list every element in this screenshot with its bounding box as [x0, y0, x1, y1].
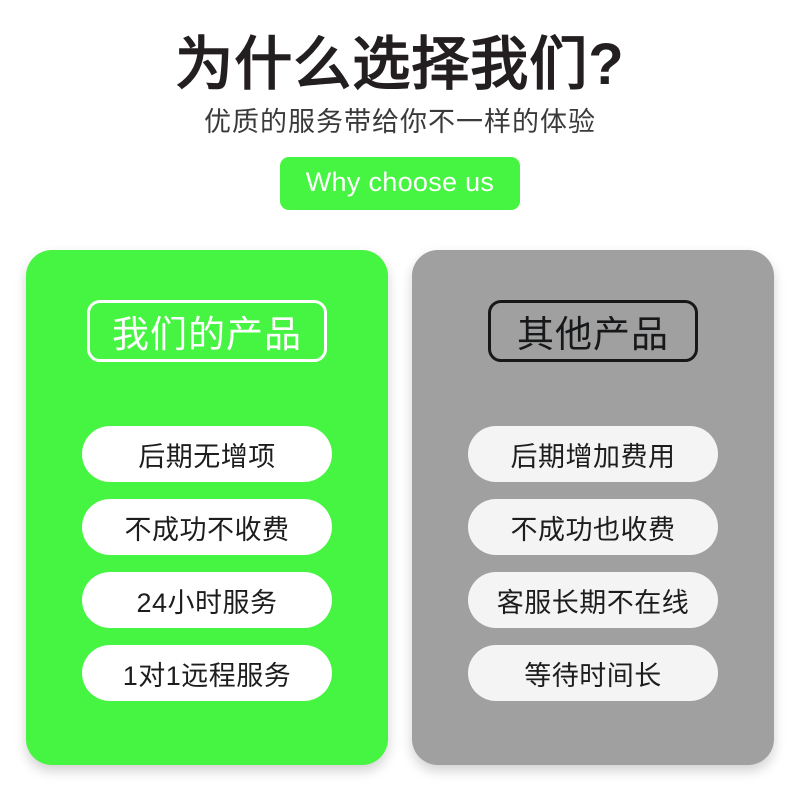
list-item: 后期无增项 — [82, 426, 332, 482]
panel-header-other-products: 其他产品 — [488, 300, 698, 362]
list-item: 1对1远程服务 — [82, 645, 332, 701]
why-choose-us-badge: Why choose us — [279, 156, 521, 210]
page-header: 为什么选择我们? 优质的服务带给你不一样的体验 Why choose us — [0, 0, 800, 210]
list-item: 等待时间长 — [468, 645, 718, 701]
panel-our-products: 我们的产品 后期无增项 不成功不收费 24小时服务 1对1远程服务 — [26, 250, 388, 765]
feature-list-our-products: 后期无增项 不成功不收费 24小时服务 1对1远程服务 — [82, 426, 332, 701]
page-title: 为什么选择我们? — [175, 32, 625, 97]
list-item: 24小时服务 — [82, 572, 332, 628]
comparison-panels: 我们的产品 后期无增项 不成功不收费 24小时服务 1对1远程服务 其他产品 后… — [0, 250, 800, 765]
list-item: 不成功也收费 — [468, 499, 718, 555]
panel-header-our-products: 我们的产品 — [87, 300, 327, 362]
panel-other-products: 其他产品 后期增加费用 不成功也收费 客服长期不在线 等待时间长 — [412, 250, 774, 765]
list-item: 后期增加费用 — [468, 426, 718, 482]
list-item: 客服长期不在线 — [468, 572, 718, 628]
list-item: 不成功不收费 — [82, 499, 332, 555]
page-subtitle: 优质的服务带给你不一样的体验 — [204, 107, 596, 138]
feature-list-other-products: 后期增加费用 不成功也收费 客服长期不在线 等待时间长 — [468, 426, 718, 701]
badge-row: Why choose us — [0, 156, 800, 210]
